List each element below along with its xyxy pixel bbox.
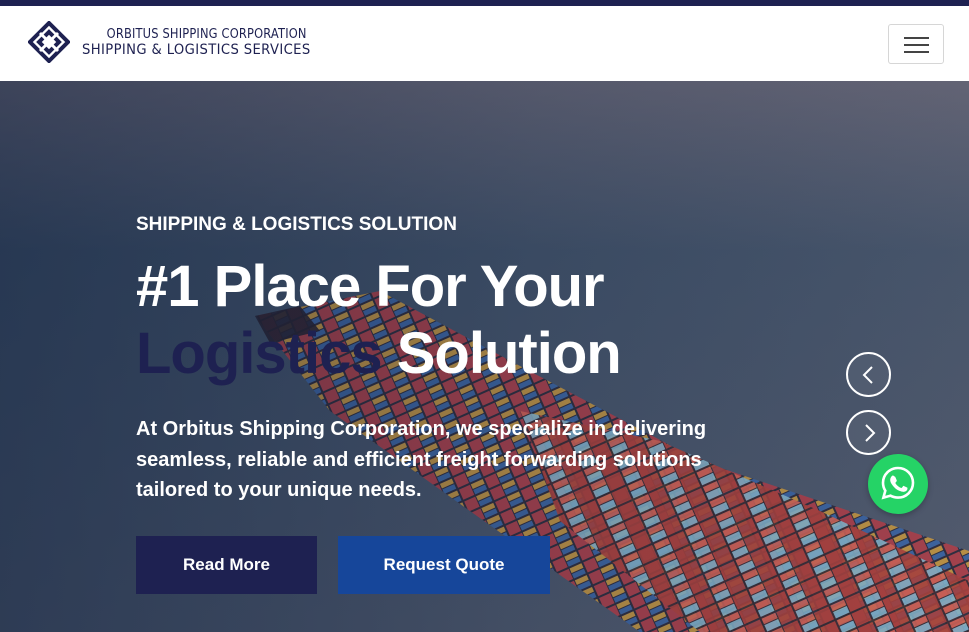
- chevron-right-icon: [865, 424, 876, 442]
- request-quote-button[interactable]: Request Quote: [338, 536, 550, 594]
- whatsapp-chat-button[interactable]: [868, 454, 928, 514]
- carousel-prev-button[interactable]: [846, 352, 891, 397]
- carousel-next-button[interactable]: [846, 410, 891, 455]
- brand-name: ORBITUS SHIPPING CORPORATION: [106, 26, 307, 42]
- headline-highlight: Logistics: [136, 321, 383, 386]
- hero-description: At Orbitus Shipping Corporation, we spec…: [136, 418, 707, 501]
- chevron-left-icon: [862, 366, 873, 384]
- headline-end: Solution: [396, 321, 622, 386]
- headline-line-1: #1 Place For Your: [136, 254, 605, 319]
- navbar: ORBITUS SHIPPING CORPORATION SHIPPING & …: [0, 6, 969, 81]
- whatsapp-icon: [881, 466, 915, 500]
- menu-toggle-button[interactable]: [888, 24, 944, 64]
- hero-slider: SHIPPING & LOGISTICS SOLUTION #1 Place F…: [0, 81, 969, 632]
- hero-subtitle: SHIPPING & LOGISTICS SOLUTION: [136, 214, 457, 235]
- orbitus-logo-icon: [28, 21, 70, 63]
- brand-tagline: SHIPPING & LOGISTICS SERVICES: [82, 41, 311, 58]
- brand-text: ORBITUS SHIPPING CORPORATION SHIPPING & …: [82, 28, 337, 57]
- brand-link[interactable]: ORBITUS SHIPPING CORPORATION SHIPPING & …: [28, 21, 337, 63]
- read-more-button[interactable]: Read More: [136, 536, 317, 594]
- hero-headline: #1 Place For Your Logistics Solution: [136, 253, 622, 387]
